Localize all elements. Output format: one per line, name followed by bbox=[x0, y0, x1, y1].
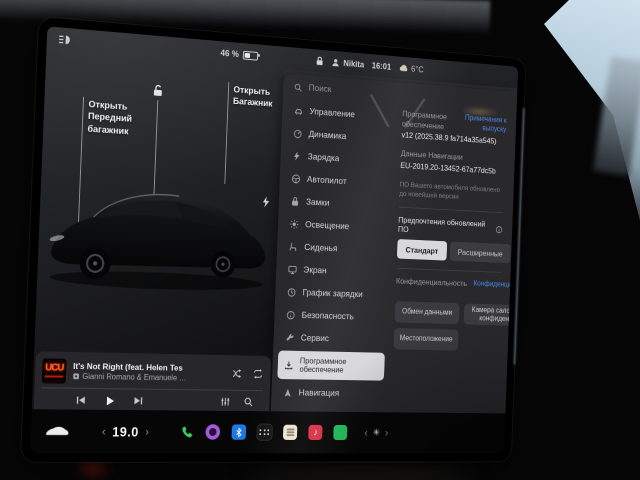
battery-icon bbox=[242, 50, 257, 60]
search-icon bbox=[294, 82, 303, 92]
battery-percent: 46 % bbox=[220, 48, 239, 59]
launcher-bar: ‹ 19.0 › bbox=[30, 409, 505, 453]
display-icon bbox=[288, 264, 298, 275]
divider bbox=[399, 207, 503, 213]
lock-icon bbox=[290, 196, 300, 207]
car-image bbox=[36, 168, 277, 303]
release-notes-link[interactable]: Примечания к выпуску bbox=[464, 113, 507, 133]
headlight-icon[interactable] bbox=[58, 34, 73, 45]
driver-avatar-icon bbox=[331, 57, 340, 67]
outside-temp: 6°C bbox=[411, 64, 424, 74]
settings-panel: Поиск Управление Динамика bbox=[271, 73, 518, 413]
nav-arrow-icon bbox=[283, 387, 293, 398]
wrench-icon bbox=[285, 332, 295, 343]
sidebar-item-software[interactable]: Программное обеспечение bbox=[277, 350, 385, 380]
bolt-icon bbox=[292, 150, 302, 161]
clock-icon bbox=[287, 287, 297, 298]
clock-time: 16:01 bbox=[372, 61, 392, 72]
temperature-control: ‹ 19.0 › bbox=[102, 424, 150, 439]
divider bbox=[396, 268, 501, 273]
data-sharing-button[interactable]: Обмен данными bbox=[394, 301, 459, 324]
rear-trunk-button[interactable]: Открыть Багажник bbox=[233, 85, 273, 111]
sidebar-item-safety[interactable]: Безопасность bbox=[279, 303, 388, 329]
privacy-link[interactable]: Конфиденциальность данных bbox=[473, 279, 517, 299]
cabin-temp[interactable]: 19.0 bbox=[112, 424, 139, 439]
bluetooth-app-icon[interactable] bbox=[232, 424, 247, 439]
weather: 6°C bbox=[399, 63, 424, 74]
rear-trunk-leader-line bbox=[224, 82, 229, 184]
album-art[interactable]: UCU bbox=[42, 358, 67, 383]
previous-button[interactable] bbox=[75, 395, 86, 406]
app-tray: ♪ bbox=[180, 424, 348, 440]
seat-icon bbox=[288, 241, 298, 252]
touchscreen: 46 % Nikita bbox=[21, 17, 526, 463]
cabin-camera-button[interactable]: Камера салона и конфиденц. bbox=[464, 303, 518, 326]
search-placeholder: Поиск bbox=[308, 83, 331, 95]
software-content: Программное обеспечение Примечания к вып… bbox=[385, 105, 517, 407]
tesla-ui: 46 % Nikita bbox=[30, 26, 518, 453]
sidebar-item-service[interactable]: Сервис bbox=[278, 326, 387, 351]
media-search-icon[interactable] bbox=[243, 397, 253, 408]
phone-app-icon[interactable] bbox=[180, 425, 194, 440]
fan-icon[interactable]: ✳ bbox=[373, 428, 380, 438]
car-icon bbox=[294, 105, 304, 116]
next-button[interactable] bbox=[133, 395, 144, 406]
front-trunk-button[interactable]: Открыть Передний багажник bbox=[87, 99, 132, 138]
software-section-label: Программное обеспечение bbox=[402, 109, 458, 133]
update-pref-advanced-button[interactable]: Расширенные bbox=[449, 242, 511, 264]
keypad-app-icon[interactable] bbox=[258, 425, 273, 440]
music-app-icon[interactable]: ♪ bbox=[308, 425, 322, 440]
update-pref-label: Предпочтения обновлений ПО bbox=[398, 215, 493, 238]
settings-sidebar: Управление Динамика Зарядка bbox=[271, 96, 396, 405]
weather-cloud-icon bbox=[399, 64, 408, 72]
privacy-section-label: Конфиденциальность bbox=[396, 276, 467, 288]
update-status-note: ПО Вашего автомобиля обновлено до новейш… bbox=[399, 180, 504, 204]
info-icon[interactable] bbox=[495, 225, 502, 234]
track-artist: Gianni Romano & Emanuele … bbox=[82, 372, 187, 382]
car-controls-button[interactable] bbox=[44, 425, 70, 437]
info-circle-icon bbox=[286, 309, 296, 320]
temp-up-chevron[interactable]: › bbox=[145, 426, 149, 438]
update-pref-standard-button[interactable]: Стандарт bbox=[397, 239, 447, 261]
screen-bezel: 46 % Nikita bbox=[21, 17, 526, 463]
driver-profile-button[interactable]: Nikita bbox=[331, 57, 364, 69]
driver-name: Nikita bbox=[343, 58, 364, 69]
fan-right-chevron[interactable]: › bbox=[385, 427, 389, 438]
temp-down-chevron[interactable]: ‹ bbox=[102, 426, 106, 438]
source-icon bbox=[73, 373, 80, 380]
sidebar-item-navigation[interactable]: Навигация bbox=[276, 381, 385, 405]
equalizer-icon[interactable] bbox=[220, 396, 230, 407]
play-button[interactable] bbox=[104, 395, 116, 407]
location-button[interactable]: Местоположение bbox=[393, 328, 458, 351]
download-icon bbox=[284, 360, 294, 371]
sidebar-item-charge-schedule[interactable]: График зарядки bbox=[280, 280, 389, 306]
podcasts-app-icon[interactable] bbox=[206, 424, 221, 439]
interior-shadow bbox=[250, 460, 470, 480]
fan-left-chevron[interactable]: ‹ bbox=[364, 427, 368, 438]
gauge-icon bbox=[293, 128, 303, 139]
photo-of-tesla-screen: { "status_bar": { "battery_percent": "46… bbox=[0, 0, 640, 480]
calendar-app-icon[interactable] bbox=[283, 425, 298, 440]
steering-wheel-icon bbox=[291, 173, 301, 184]
spotify-app-icon[interactable] bbox=[333, 425, 347, 440]
fan-control: ‹ ✳ › bbox=[364, 427, 388, 438]
lock-icon[interactable] bbox=[316, 56, 324, 66]
shuffle-icon[interactable] bbox=[232, 368, 243, 380]
sun-icon bbox=[289, 218, 299, 229]
repeat-icon[interactable] bbox=[253, 368, 264, 380]
unlock-icon[interactable] bbox=[152, 84, 165, 98]
media-player: UCU It's Not Right (feat. Helen Tes Gian… bbox=[34, 351, 271, 411]
